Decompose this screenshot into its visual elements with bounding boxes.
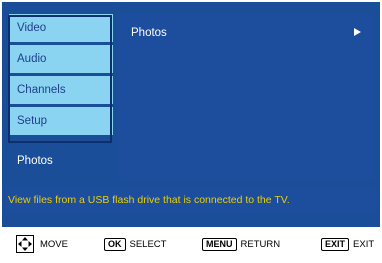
main-menu-sidebar: Video Audio Channels Setup Photos [9,14,113,179]
menu-item-label: Audio [17,53,47,65]
submenu-item-photos[interactable]: Photos [131,27,167,39]
menu-item-channels[interactable]: Channels [9,76,113,104]
menu-item-label: Video [17,22,47,34]
help-text-bar: View files from a USB flash drive that i… [5,188,377,213]
menu-item-audio[interactable]: Audio [9,45,113,73]
move-label: MOVE [40,238,68,250]
select-label: SELECT [129,238,167,250]
menu-key-legend: MENU RETURN [202,237,280,251]
exit-key: EXIT [321,237,350,251]
menu-key: MENU [202,237,237,251]
dpad-icon [16,235,34,253]
ok-key: OK [104,237,126,251]
menu-item-video[interactable]: Video [9,14,113,42]
exit-label: EXIT [353,238,375,250]
menu-item-label: Setup [17,115,48,127]
exit-key-legend: EXIT EXIT [321,237,374,251]
move-key-legend: MOVE [16,235,68,253]
tv-menu-screen: Video Audio Channels Setup Photos Photos… [2,2,380,260]
menu-item-setup[interactable]: Setup [9,107,113,135]
return-label: RETURN [240,238,281,250]
arrow-right-icon [354,28,361,36]
ok-key-legend: OK SELECT [104,237,166,251]
menu-item-label: Photos [17,155,53,167]
submenu-panel: Photos [118,14,373,180]
button-legend-bar: MOVE OK SELECT MENU RETURN EXIT EXIT [2,227,380,260]
menu-item-photos[interactable]: Photos [9,147,113,175]
menu-item-label: Channels [17,84,66,96]
